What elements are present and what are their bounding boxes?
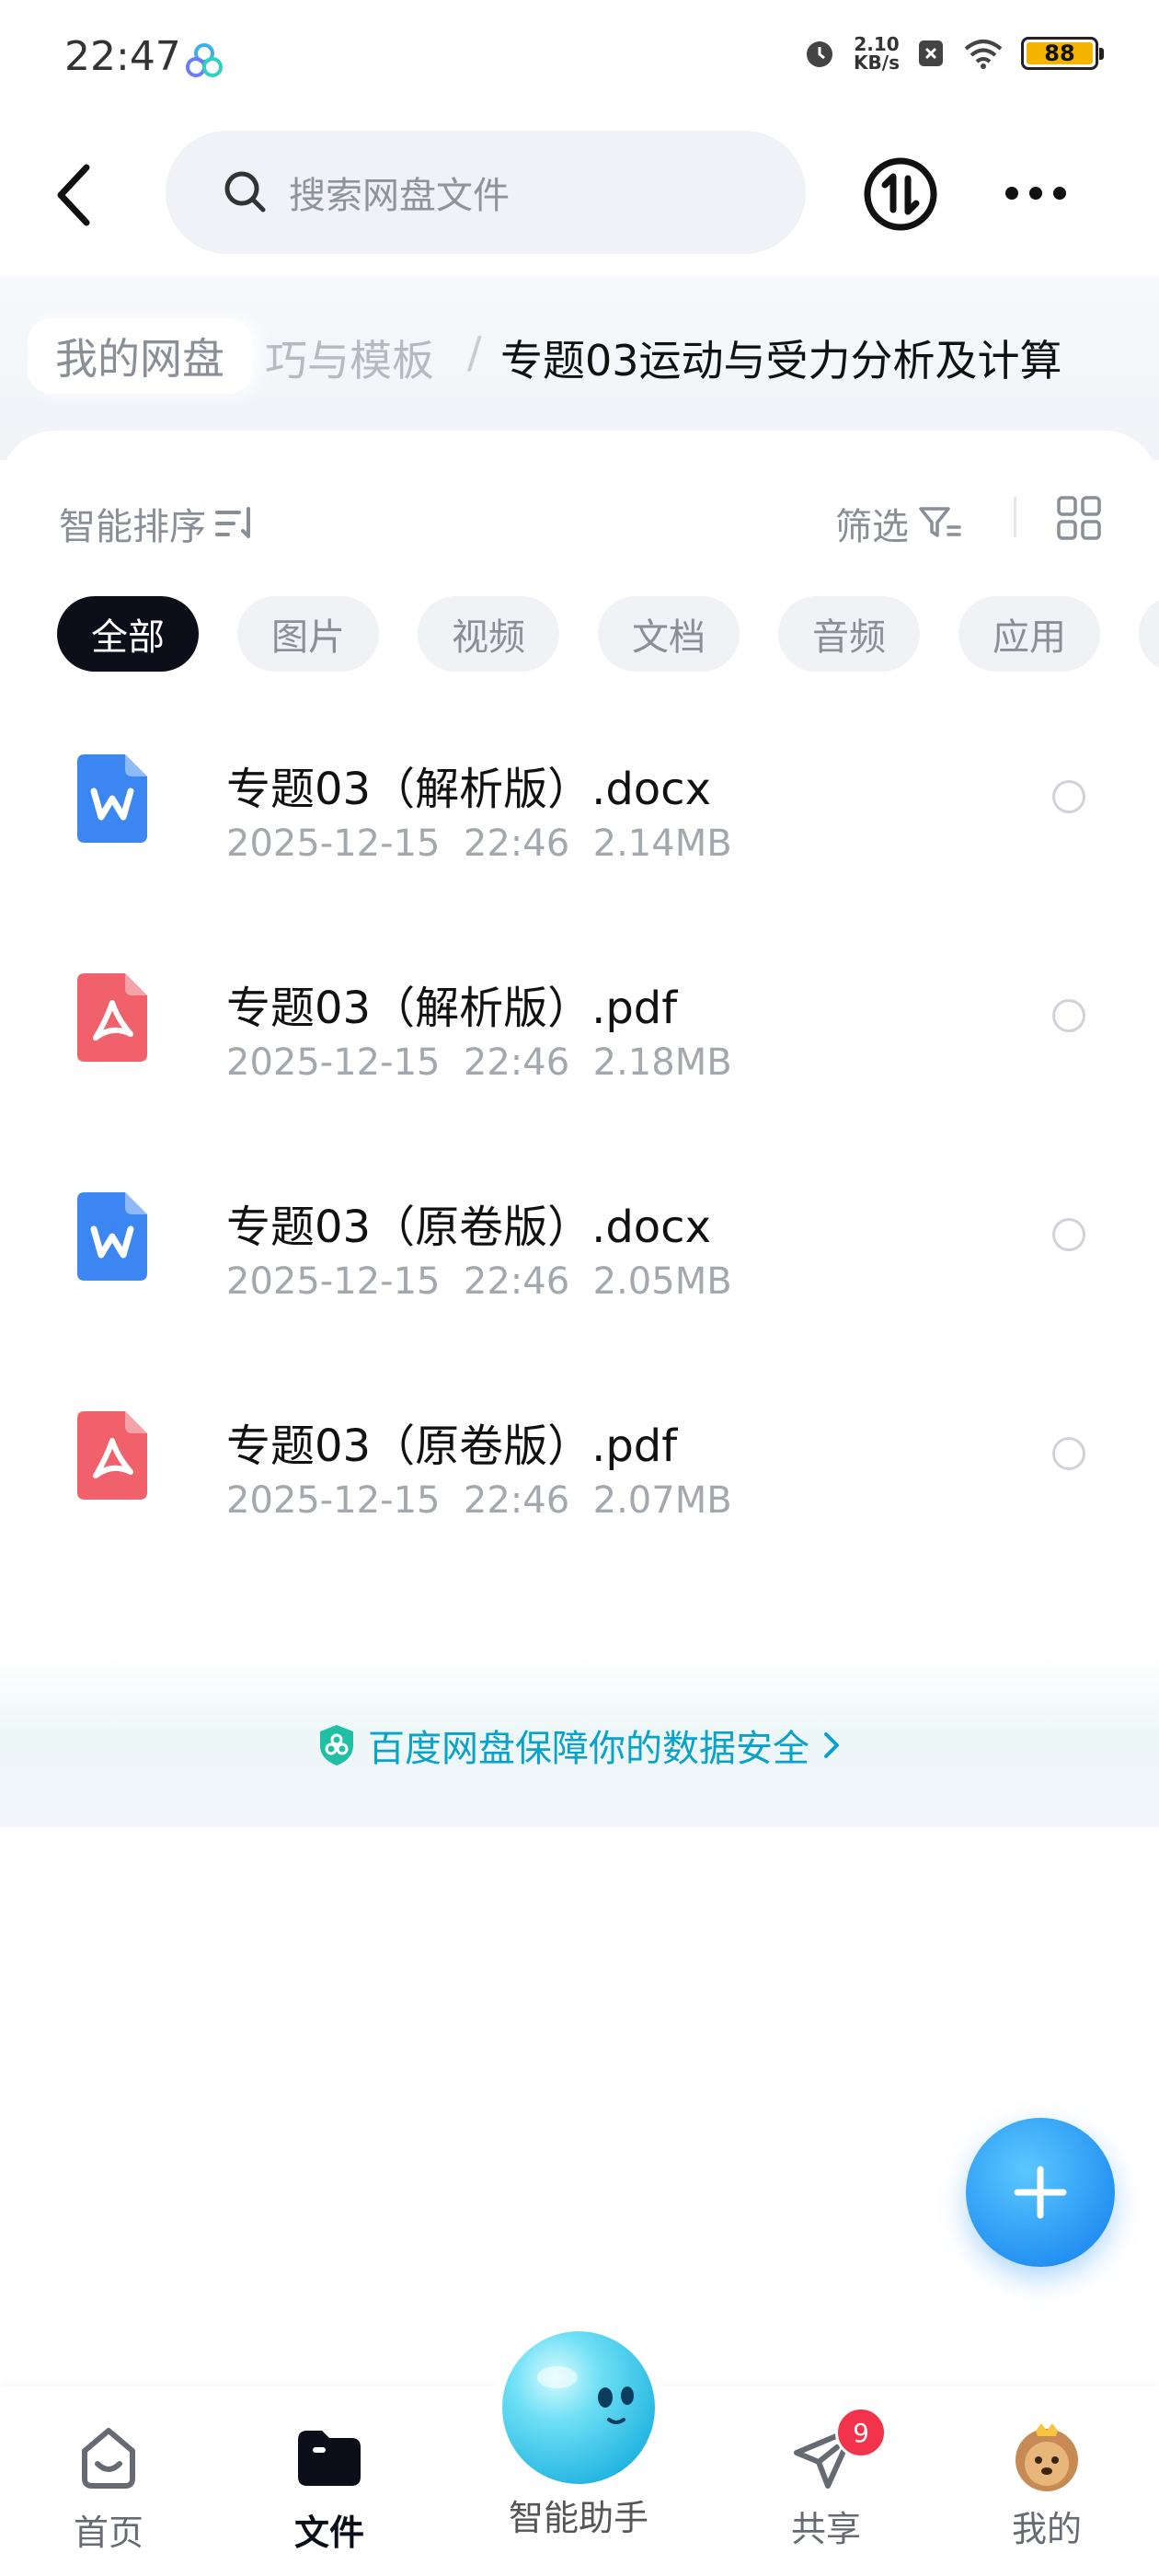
breadcrumb-item-root[interactable]: 我的网盘 [28,318,252,394]
select-checkbox[interactable] [1052,1218,1085,1251]
bottom-navigation: 首页 文件 智能助手 9 共享 我的 [0,2331,1159,2576]
filter-button[interactable]: 筛选 [835,497,962,550]
file-meta: 2025-12-15 22:46 2.14MB [226,822,732,865]
nav-me-label: 我的 [1011,2509,1082,2549]
shield-icon [320,1725,353,1765]
baidu-netdisk-status-icon [186,43,223,77]
nav-assistant[interactable]: 智能助手 [491,2331,666,2540]
pdf-icon [77,973,147,1062]
battery-level: 88 [1044,40,1075,66]
word-icon [77,754,147,843]
chip-all[interactable]: 全部 [57,596,199,672]
breadcrumb-item-current: 专题03运动与受力分析及计算 [500,336,1062,385]
sort-label: 智能排序 [59,506,206,548]
breadcrumb-separator: / [467,328,482,377]
nav-home[interactable]: 首页 [26,2420,191,2555]
word-icon [77,1192,147,1281]
sort-button[interactable]: 智能排序 [59,497,256,550]
battery-indicator: 88 [1021,37,1104,70]
search-placeholder: 搜索网盘文件 [289,175,510,217]
nav-share-label: 共享 [790,2509,861,2549]
file-name: 专题03（原卷版）.docx [226,1202,711,1253]
alarm-icon [807,41,833,67]
add-button[interactable] [966,2118,1115,2267]
search-icon [224,171,266,213]
pdf-icon [77,1411,147,1500]
grid-view-icon[interactable] [1056,495,1102,541]
filter-label: 筛选 [835,506,909,548]
toolbar-divider [1014,497,1016,537]
no-sim-icon [919,40,943,66]
more-options-icon[interactable] [1003,175,1069,212]
chip-videos[interactable]: 视频 [418,596,559,672]
search-input[interactable]: 搜索网盘文件 [166,131,806,254]
nav-files[interactable]: 文件 [247,2420,412,2555]
file-row[interactable]: 专题03（解析版）.docx 2025-12-15 22:46 2.14MB [0,701,1159,920]
chip-images[interactable]: 图片 [237,596,379,672]
file-name: 专题03（原卷版）.pdf [226,1420,678,1472]
file-row[interactable]: 专题03（原卷版）.pdf 2025-12-15 22:46 2.07MB [0,1358,1159,1577]
transfer-list-icon[interactable] [863,156,938,232]
back-arrow-icon[interactable] [48,158,103,232]
home-icon [82,2428,135,2489]
file-row[interactable]: 专题03（原卷版）.docx 2025-12-15 22:46 2.05MB [0,1139,1159,1358]
share-badge: 9 [835,2407,887,2458]
assistant-mascot-icon [502,2331,655,2484]
chip-apps[interactable]: 应用 [958,596,1100,672]
chip-documents[interactable]: 文档 [598,596,740,672]
file-meta: 2025-12-15 22:46 2.18MB [226,1041,732,1084]
status-indicators: 2.10 KB/s 88 [802,33,1104,74]
breadcrumb-root-label: 我的网盘 [55,334,224,384]
sort-icon [215,507,250,538]
wifi-icon [964,40,1003,69]
nav-assistant-label: 智能助手 [508,2498,648,2538]
network-speed: 2.10 KB/s [854,33,900,74]
nav-files-label: 文件 [293,2513,364,2553]
category-chips: 全部 图片 视频 文档 音频 应用 [57,596,1159,672]
select-checkbox[interactable] [1052,780,1085,813]
select-checkbox[interactable] [1052,1437,1085,1470]
nav-share[interactable]: 9 共享 [743,2407,909,2551]
file-meta: 2025-12-15 22:46 2.07MB [226,1479,732,1522]
file-name: 专题03（解析版）.pdf [226,983,678,1034]
chip-audio[interactable]: 音频 [778,596,920,672]
file-name: 专题03（解析版）.docx [226,764,711,815]
nav-home-label: 首页 [73,2513,143,2553]
nav-me[interactable]: 我的 [964,2420,1130,2551]
avatar [1016,2423,1078,2491]
security-banner[interactable]: 百度网盘保障你的数据安全 [0,1719,1159,1772]
filter-icon [919,507,961,537]
breadcrumb-item-parent[interactable]: 巧与模板 [265,328,434,388]
file-meta: 2025-12-15 22:46 2.05MB [226,1260,732,1303]
plus-icon [1014,2166,1067,2219]
folder-icon [298,2431,361,2486]
select-checkbox[interactable] [1052,999,1085,1032]
security-banner-text: 百度网盘保障你的数据安全 [368,1728,809,1770]
status-time: 22:47 [64,33,181,80]
chip-more[interactable] [1139,596,1159,672]
file-row[interactable]: 专题03（解析版）.pdf 2025-12-15 22:46 2.18MB [0,920,1159,1139]
chevron-right-icon [824,1732,839,1758]
